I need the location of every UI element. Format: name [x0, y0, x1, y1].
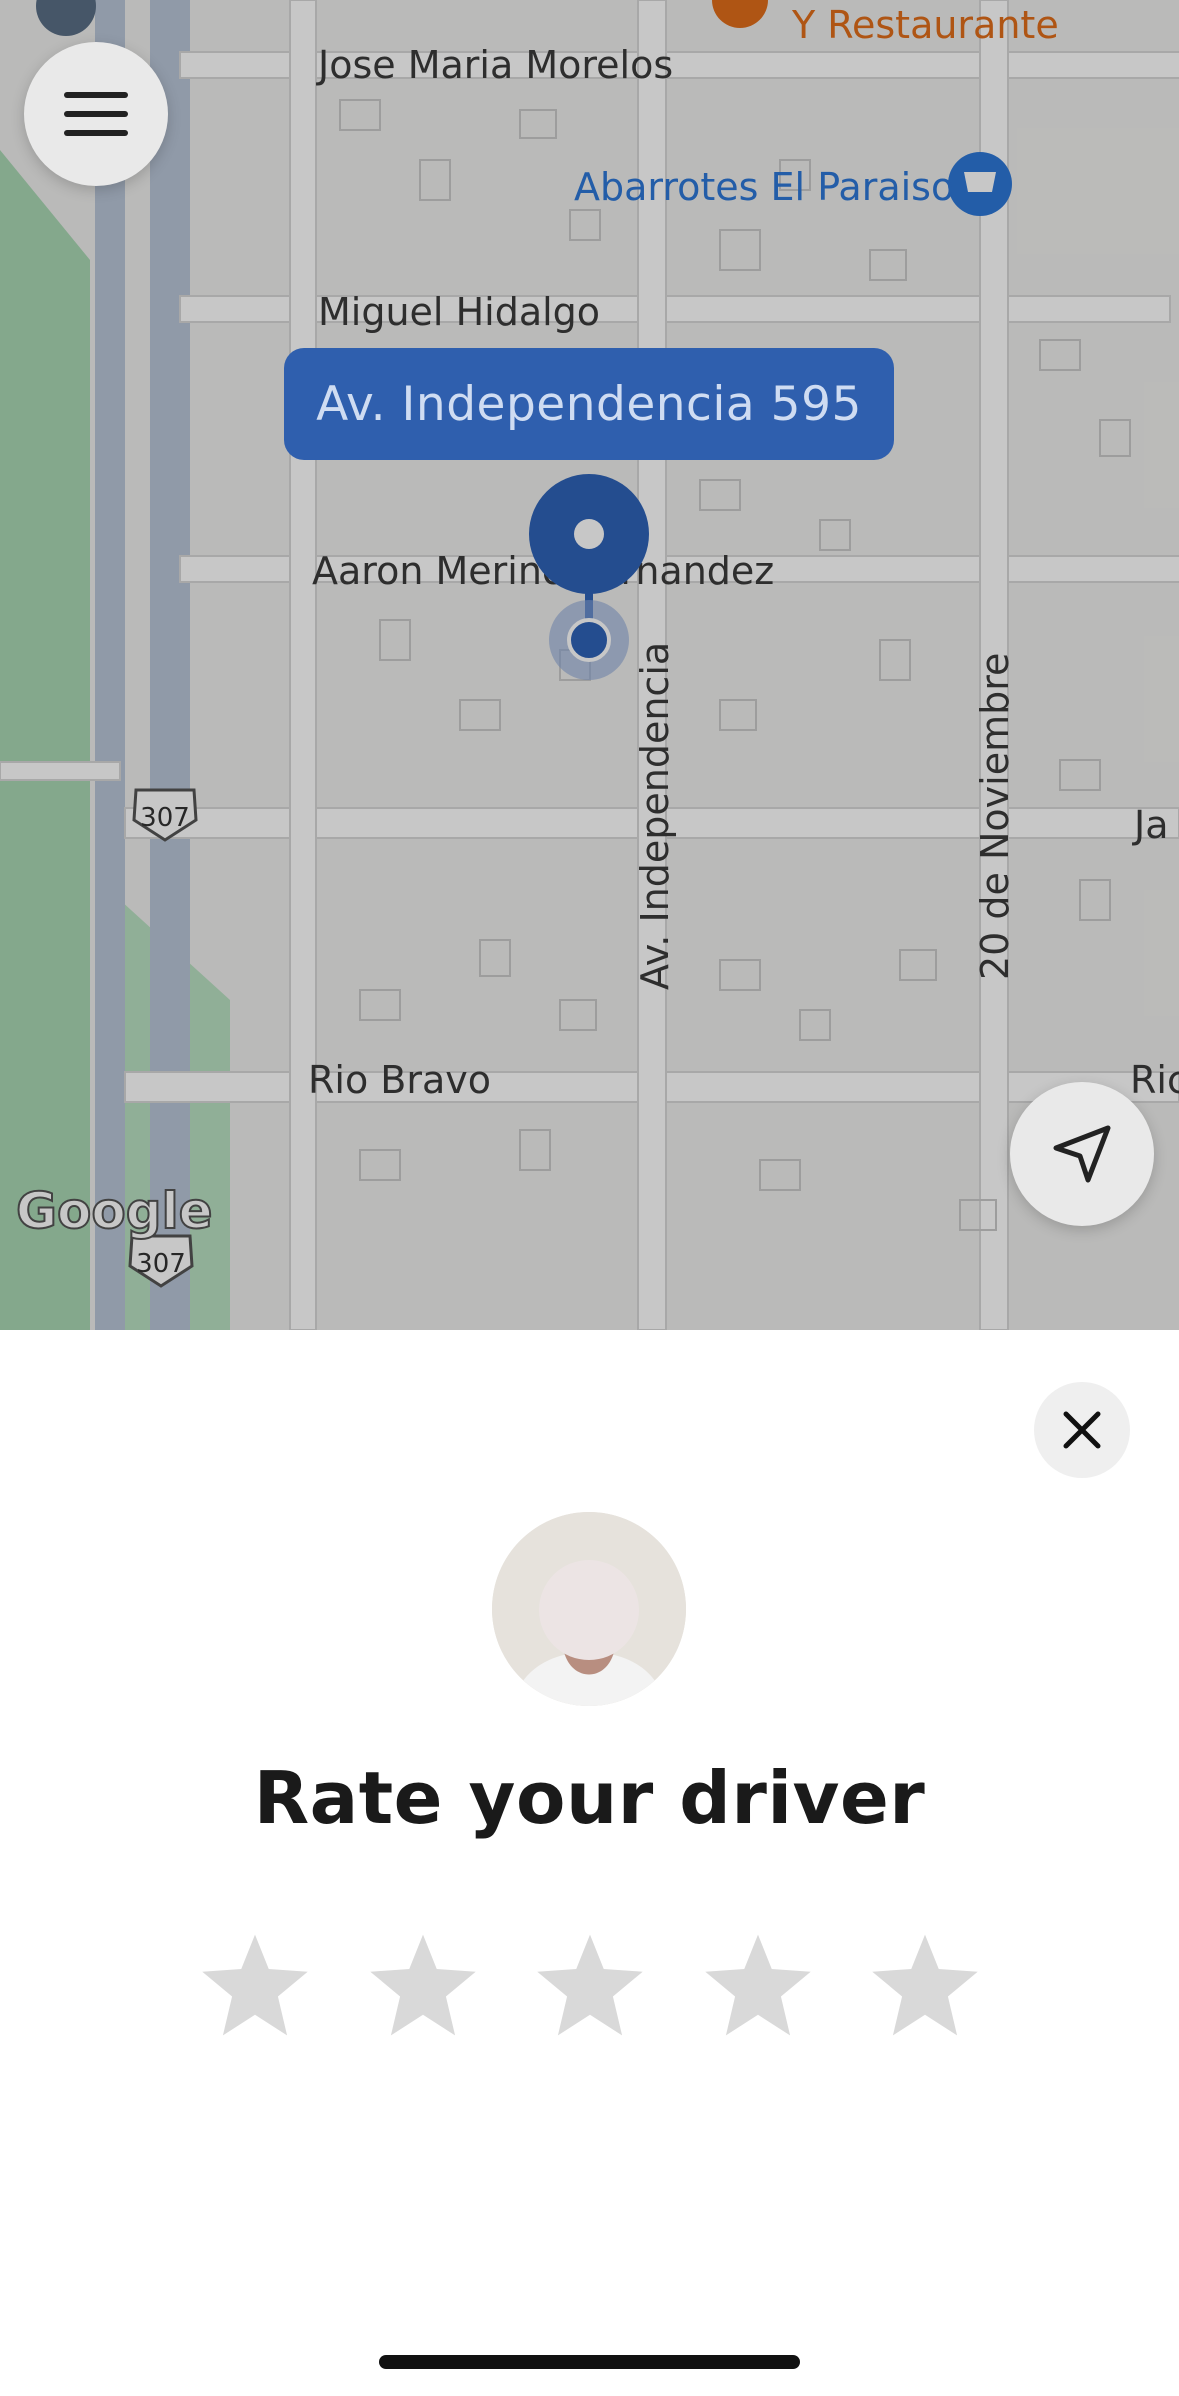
navigation-arrow-icon	[1053, 1125, 1111, 1183]
driver-avatar	[492, 1512, 686, 1706]
pickup-address-label: Av. Independencia 595	[284, 348, 894, 460]
star-2-button[interactable]	[363, 1925, 483, 2045]
rating-title: Rate your driver	[253, 1756, 926, 1840]
home-indicator[interactable]	[379, 2355, 800, 2369]
star-icon	[872, 1934, 978, 2036]
star-5-button[interactable]	[865, 1925, 985, 2045]
star-icon	[202, 1934, 308, 2036]
star-1-button[interactable]	[195, 1925, 315, 2045]
star-4-button[interactable]	[698, 1925, 818, 2045]
close-button[interactable]	[1034, 1382, 1130, 1478]
star-icon	[704, 1934, 811, 2036]
star-rating[interactable]	[195, 1925, 985, 2045]
recenter-location-button[interactable]	[1010, 1082, 1154, 1226]
star-3-button[interactable]	[530, 1925, 650, 2045]
menu-button[interactable]	[24, 42, 168, 186]
map-dim-overlay	[0, 0, 1179, 1330]
hamburger-menu-icon	[64, 92, 128, 136]
star-icon	[369, 1934, 476, 2036]
rating-bottom-sheet	[0, 1333, 1179, 2396]
star-icon	[537, 1934, 643, 2036]
close-icon	[1063, 1411, 1101, 1449]
